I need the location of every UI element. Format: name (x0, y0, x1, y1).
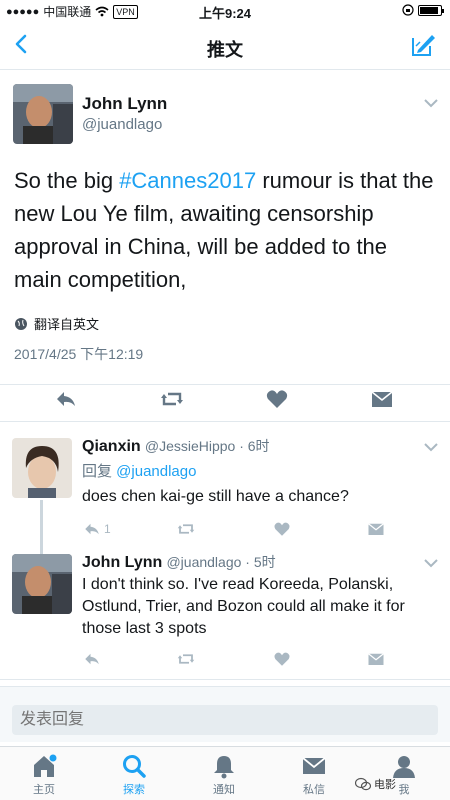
reply-icon[interactable] (82, 520, 102, 538)
reply-text: I don't think so. I've read Koreeda, Pol… (82, 576, 405, 637)
chevron-down-icon[interactable] (424, 98, 438, 108)
like-icon[interactable] (272, 650, 292, 668)
reply-icon[interactable] (82, 650, 102, 668)
reply-input[interactable] (12, 705, 438, 735)
home-icon (34, 754, 57, 777)
tab-messages[interactable]: 私信 (274, 753, 354, 797)
retweet-icon[interactable] (176, 650, 196, 668)
reply-to-line: 回复 @juandlago (82, 460, 196, 481)
author-meta: @JessieHippo · 6时 (144, 438, 270, 454)
bell-icon (214, 756, 234, 779)
direct-message-icon[interactable] (366, 520, 386, 538)
retweet-icon[interactable] (176, 520, 196, 538)
reply-to-label: 回复 (82, 463, 117, 480)
compose-tweet-icon[interactable] (410, 32, 436, 58)
tab-label: 探索 (123, 784, 145, 796)
translate-link[interactable]: 翻译自英文 (14, 314, 99, 333)
tab-label: 通知 (213, 784, 235, 796)
reply-actions: 1 (82, 520, 402, 540)
wechat-icon (355, 777, 371, 791)
direct-message-icon[interactable] (366, 650, 386, 668)
author-name[interactable]: John Lynn (82, 554, 162, 571)
tab-label: 私信 (303, 784, 325, 796)
avatar[interactable] (12, 438, 72, 498)
reply-icon[interactable] (54, 387, 78, 411)
tab-label: 主页 (33, 784, 55, 796)
chevron-down-icon[interactable] (424, 558, 438, 568)
reply-tweet[interactable]: John Lynn @juandlago · 5时 I don't think … (0, 546, 450, 680)
reply-tweet[interactable]: Qianxin @JessieHippo · 6时 回复 @juandlago … (0, 424, 450, 554)
author-name[interactable]: John Lynn (82, 94, 167, 114)
status-time: 上午9:24 (198, 6, 252, 21)
like-icon[interactable] (265, 387, 289, 411)
watermark: 电影 (355, 776, 396, 792)
chevron-down-icon[interactable] (424, 442, 438, 452)
avatar[interactable] (13, 84, 73, 144)
battery-icon (418, 4, 444, 16)
reply-count: 1 (104, 522, 111, 536)
nav-bar: 推文 (0, 22, 450, 70)
mail-icon (302, 757, 326, 774)
page-title: 推文 (207, 40, 243, 60)
tab-home[interactable]: 主页 (4, 753, 84, 797)
reply-header: John Lynn @juandlago · 5时 (82, 552, 276, 572)
tweet-actions (0, 384, 450, 414)
tab-notifications[interactable]: 通知 (184, 753, 264, 797)
author-name[interactable]: Qianxin (82, 438, 141, 455)
search-icon (123, 755, 146, 778)
status-right (402, 4, 444, 16)
main-tweet: John Lynn @juandlago So the big #Cannes2… (0, 72, 450, 422)
reply-to-handle[interactable]: @juandlago (116, 463, 196, 480)
reply-text: does chen kai-ge still have a chance? (82, 488, 349, 505)
retweet-icon[interactable] (160, 387, 184, 411)
direct-message-icon[interactable] (370, 387, 394, 411)
reply-header: Qianxin @JessieHippo · 6时 (82, 436, 270, 456)
translate-label: 翻译自英文 (34, 317, 100, 332)
hashtag-link[interactable]: #Cannes2017 (119, 168, 256, 193)
tweet-text-prefix: So the big (14, 168, 120, 193)
status-bar: ●●●●● 中国联通 VPN 上午9:24 (0, 0, 450, 22)
globe-icon (15, 317, 27, 330)
tab-search[interactable]: 探索 (94, 753, 174, 797)
watermark-text: 电影 (374, 779, 396, 791)
compose-reply-bar (0, 686, 450, 742)
author-handle[interactable]: @juandlago (82, 116, 162, 133)
author-meta: @juandlago · 5时 (166, 554, 276, 570)
tweet-timestamp: 2017/4/25 下午12:19 (14, 346, 144, 362)
avatar[interactable] (12, 554, 72, 614)
like-icon[interactable] (272, 520, 292, 538)
tweet-text: So the big #Cannes2017 rumour is that th… (14, 164, 434, 296)
lock-rotation-icon (402, 4, 414, 16)
reply-actions (82, 650, 402, 670)
